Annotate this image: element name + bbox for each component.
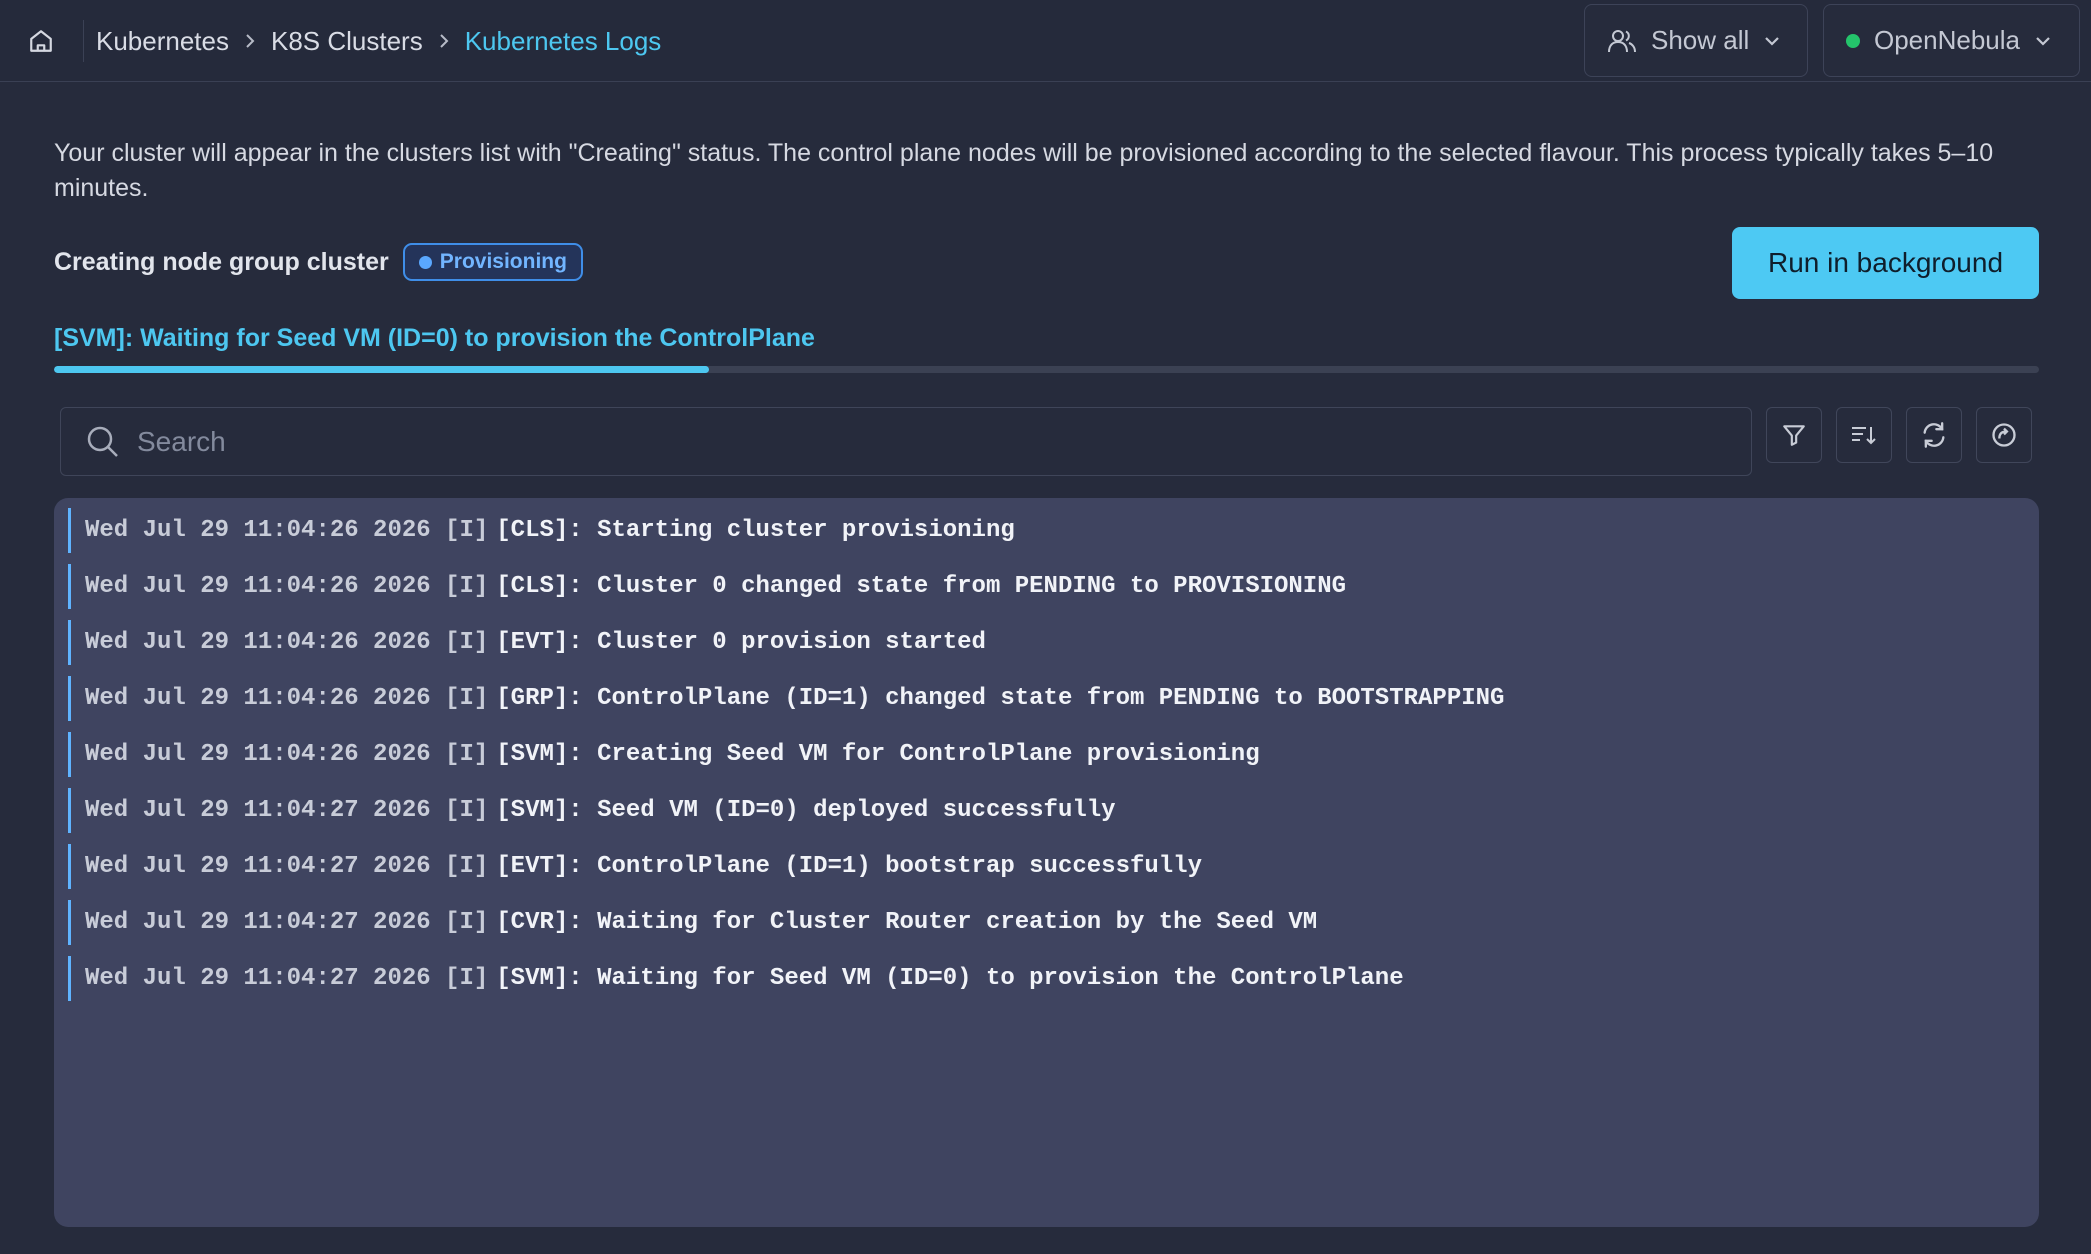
log-line: Wed Jul 29 11:04:26 2026 [I] [CLS]: Start… [68,508,2039,553]
log-timestamp: Wed Jul 29 11:04:26 2026 [I] [85,517,489,544]
log-message: [CLS]: Cluster 0 changed state from PEND… [496,573,1347,600]
log-message: [SVM]: Creating Seed VM for ControlPlane… [496,741,1260,768]
log-timestamp: Wed Jul 29 11:04:27 2026 [I] [85,853,489,880]
cloud-label: OpenNebula [1874,25,2020,55]
chevron-down-icon [2036,36,2050,46]
show-all-label: Show all [1651,25,1750,55]
show-all-dropdown[interactable]: Show all [1584,4,1808,77]
follow-icon [1992,423,2016,447]
status-dot [1846,33,1860,48]
log-message: [CVR]: Waiting for Cluster Router creati… [496,909,1318,936]
progress-bar [54,366,2039,373]
title-row: Creating node group cluster Provisioning [54,242,583,282]
breadcrumb-kubernetes-logs: Kubernetes Logs [464,25,662,56]
run-in-background-button[interactable]: Run in background [1732,227,2039,299]
log-message: [GRP]: ControlPlane (ID=1) changed state… [496,685,1505,712]
search-icon [87,426,118,457]
log-line: Wed Jul 29 11:04:27 2026 [I] [SVM]: Waiti… [68,956,2039,1001]
filter-button[interactable] [1766,407,1822,463]
chevron-right-icon [437,31,451,51]
log-message: [CLS]: Starting cluster provisioning [496,517,1015,544]
log-timestamp: Wed Jul 29 11:04:26 2026 [I] [85,685,489,712]
divider [83,20,84,62]
log-panel: Wed Jul 29 11:04:26 2026 [I] [CLS]: Start… [54,498,2039,1227]
log-timestamp: Wed Jul 29 11:04:26 2026 [I] [85,629,489,656]
log-timestamp: Wed Jul 29 11:04:26 2026 [I] [85,741,489,768]
sort-icon [1852,427,1876,445]
sort-button[interactable] [1836,407,1892,463]
progress-fill [54,366,710,373]
page-title: Creating node group cluster [54,247,389,276]
log-line: Wed Jul 29 11:04:26 2026 [I] [SVM]: Creat… [68,732,2039,777]
log-timestamp: Wed Jul 29 11:04:27 2026 [I] [85,909,489,936]
badge-dot [418,255,432,269]
log-line: Wed Jul 29 11:04:27 2026 [I] [CVR]: Waiti… [68,900,2039,945]
log-line: Wed Jul 29 11:04:27 2026 [I] [SVM]: Seed … [68,788,2039,833]
log-timestamp: Wed Jul 29 11:04:26 2026 [I] [85,573,489,600]
filter-icon [1783,425,1805,446]
follow-logs-button[interactable] [1976,407,2032,463]
log-message: [EVT]: Cluster 0 provision started [496,629,986,656]
home-button[interactable] [26,26,56,56]
home-icon [30,30,52,52]
log-line: Wed Jul 29 11:04:27 2026 [I] [EVT]: Contr… [68,844,2039,889]
log-message: [SVM]: Waiting for Seed VM (ID=0) to pro… [496,965,1404,992]
cloud-selector-dropdown[interactable]: OpenNebula [1823,4,2080,77]
log-message: [EVT]: ControlPlane (ID=1) bootstrap suc… [496,853,1202,880]
users-icon [1608,29,1636,52]
refresh-icon [1923,422,1945,448]
log-timestamp: Wed Jul 29 11:04:27 2026 [I] [85,965,489,992]
breadcrumb-k8s-clusters[interactable]: K8S Clusters [271,26,423,57]
breadcrumb-kubernetes[interactable]: Kubernetes [96,26,229,57]
intro-text: Your cluster will appear in the clusters… [54,139,1994,202]
log-line: Wed Jul 29 11:04:26 2026 [I] [EVT]: Clust… [68,620,2039,665]
current-status-line: [SVM]: Waiting for Seed VM (ID=0) to pro… [54,324,815,352]
status-badge: Provisioning [402,243,583,281]
top-bar: Kubernetes K8S Clusters Kubernetes Logs … [0,0,2091,82]
log-message: [SVM]: Seed VM (ID=0) deployed successfu… [496,797,1116,824]
chevron-right-icon [243,31,257,51]
badge-label: Provisioning [439,250,567,273]
log-line: Wed Jul 29 11:04:26 2026 [I] [CLS]: Clust… [68,564,2039,609]
search-box [60,407,1752,476]
log-line: Wed Jul 29 11:04:26 2026 [I] [GRP]: Contr… [68,676,2039,721]
log-timestamp: Wed Jul 29 11:04:27 2026 [I] [85,797,489,824]
search-input[interactable] [137,425,1717,458]
chevron-down-icon [1765,36,1780,46]
breadcrumb: Kubernetes K8S Clusters Kubernetes Logs [96,0,661,82]
refresh-button[interactable] [1906,407,1962,463]
